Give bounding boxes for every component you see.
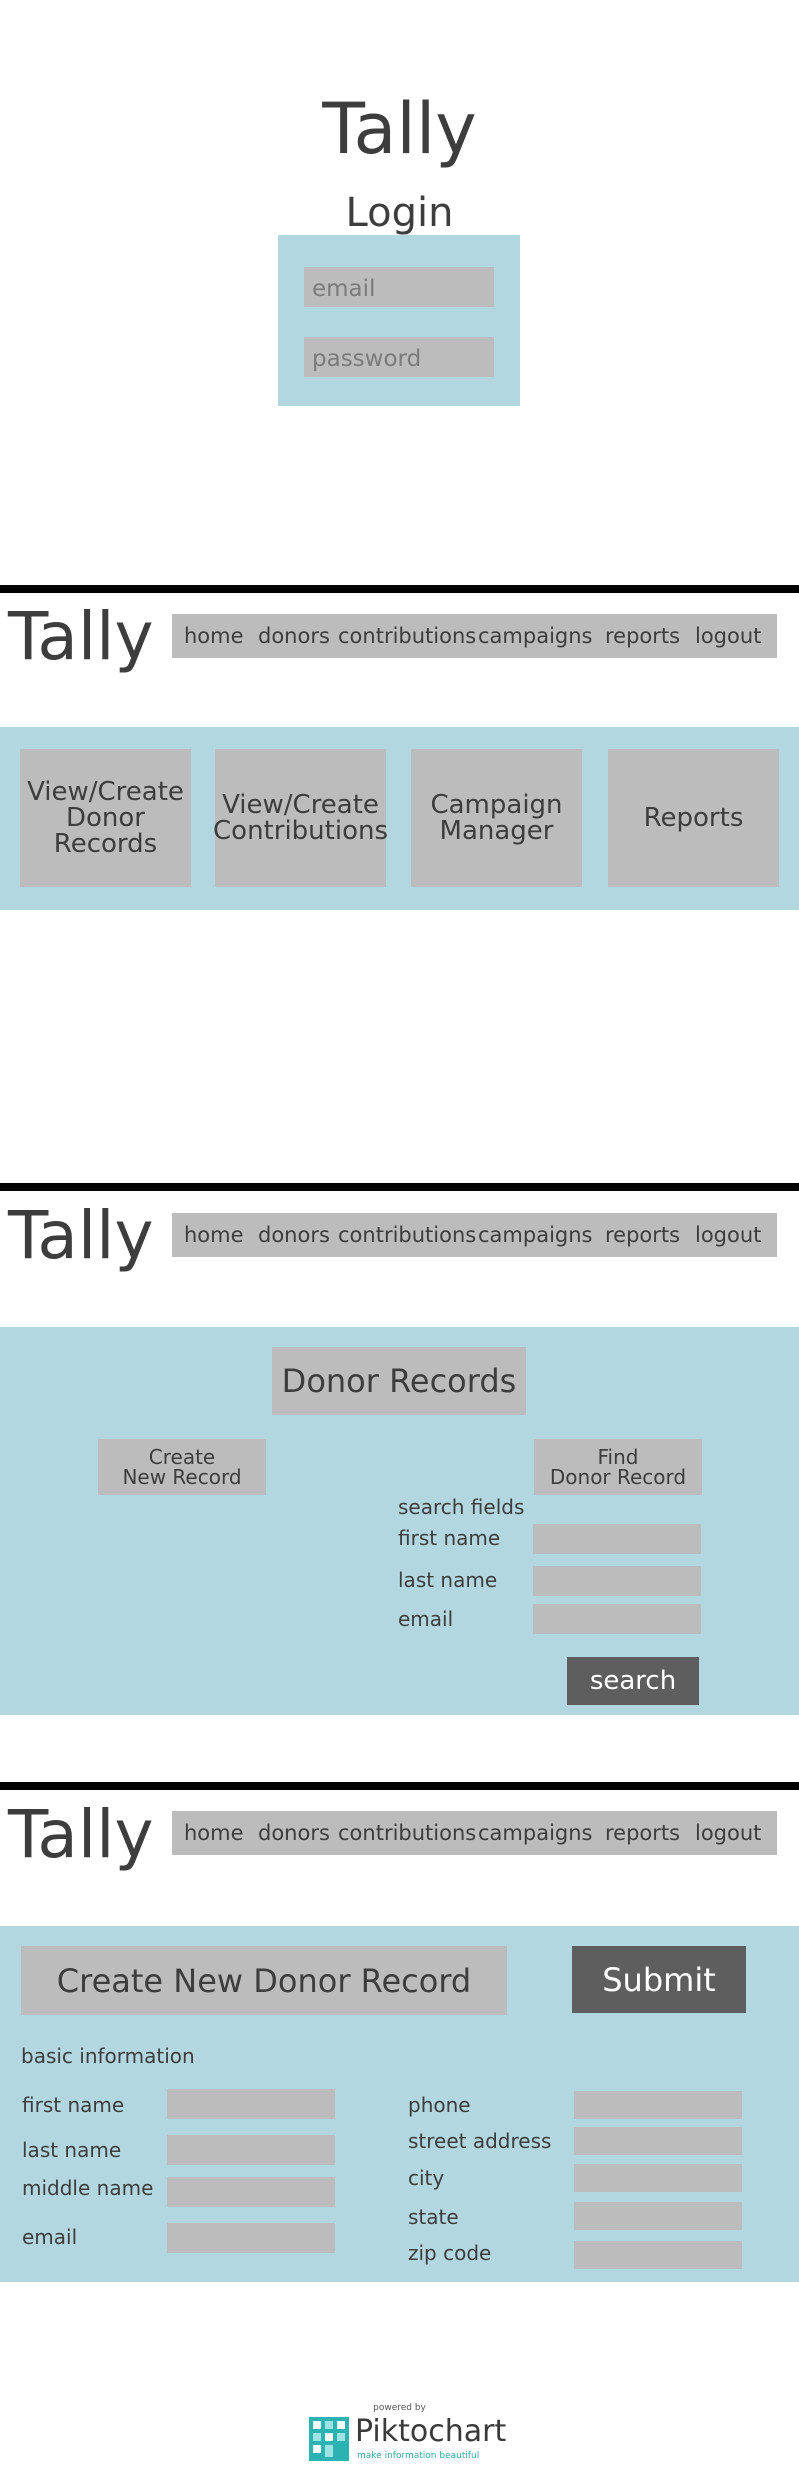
create-record-panel: Create New Donor Record Submit basic inf… — [0, 1926, 799, 2282]
login-app-title: Tally — [322, 88, 477, 170]
tile-donor-records-line1: View/Create — [27, 777, 184, 807]
last-name-label: last name — [22, 2138, 122, 2162]
nav-logout[interactable]: logout — [695, 1223, 761, 1247]
tile-reports[interactable]: Reports — [608, 749, 779, 887]
nav-home[interactable]: home — [184, 1223, 244, 1247]
password-input[interactable]: password — [304, 337, 494, 377]
email-placeholder: email — [312, 276, 376, 302]
create-record-heading-text: Create New Donor Record — [56, 1961, 472, 2000]
app-title: Tally — [8, 1796, 154, 1873]
first-name-label: first name — [398, 1526, 501, 1550]
nav-bar: home donors contributions campaigns repo… — [172, 1811, 777, 1855]
submit-button[interactable]: Submit — [572, 1946, 746, 2013]
tile-campaign-manager[interactable]: Campaign Manager — [411, 749, 582, 887]
search-first-name-input[interactable] — [533, 1524, 701, 1554]
search-button-label: search — [589, 1666, 677, 1696]
email-input[interactable] — [167, 2223, 335, 2253]
login-heading: Login — [345, 190, 454, 236]
tile-campaign-manager-line2: Manager — [439, 816, 554, 846]
nav-donors[interactable]: donors — [258, 1223, 330, 1247]
tile-contributions-line1: View/Create — [222, 790, 379, 820]
create-line2: New Record — [122, 1465, 242, 1489]
basic-information-label: basic information — [21, 2044, 195, 2068]
nav-home[interactable]: home — [184, 624, 244, 648]
zip-code-label: zip code — [408, 2241, 492, 2265]
search-button[interactable]: search — [567, 1657, 699, 1705]
nav-reports[interactable]: reports — [605, 1223, 680, 1247]
nav-logout[interactable]: logout — [695, 624, 761, 648]
powered-by-text: powered by — [373, 2403, 426, 2413]
submit-button-label: Submit — [602, 1960, 716, 1999]
city-input[interactable] — [574, 2164, 742, 2192]
tile-donor-records[interactable]: View/Create Donor Records — [20, 749, 191, 887]
piktochart-logo-icon — [309, 2417, 349, 2461]
create-record-heading: Create New Donor Record — [21, 1946, 507, 2015]
nav-bar: home donors contributions campaigns repo… — [172, 1213, 777, 1257]
nav-campaigns[interactable]: campaigns — [478, 1223, 593, 1247]
last-name-label: last name — [398, 1568, 498, 1592]
piktochart-tagline: make information beautiful — [357, 2451, 480, 2461]
email-input[interactable]: email — [304, 267, 494, 307]
piktochart-brand: Piktochart — [355, 2414, 507, 2449]
city-label: city — [408, 2166, 445, 2190]
create-line1: Create — [148, 1445, 216, 1469]
state-input[interactable] — [574, 2202, 742, 2230]
nav-campaigns[interactable]: campaigns — [478, 1821, 593, 1845]
middle-name-label: middle name — [22, 2176, 154, 2200]
search-fields-label: search fields — [398, 1495, 525, 1519]
nav-contributions[interactable]: contributions — [338, 1821, 476, 1845]
phone-input[interactable] — [574, 2091, 742, 2119]
password-placeholder: password — [312, 346, 422, 372]
search-last-name-input[interactable] — [533, 1566, 701, 1596]
search-email-input[interactable] — [533, 1604, 701, 1634]
email-label: email — [22, 2225, 78, 2249]
first-name-input[interactable] — [167, 2089, 335, 2119]
nav-campaigns[interactable]: campaigns — [478, 624, 593, 648]
dashboard-panel: View/Create Donor Records View/Create Co… — [0, 727, 799, 910]
login-panel: email password — [278, 235, 520, 406]
email-label: email — [398, 1607, 454, 1631]
section-divider — [0, 1782, 799, 1790]
nav-contributions[interactable]: contributions — [338, 1223, 476, 1247]
app-title: Tally — [8, 1197, 154, 1274]
nav-logout[interactable]: logout — [695, 1821, 761, 1845]
tile-contributions[interactable]: View/Create Contributions — [213, 749, 388, 887]
state-label: state — [408, 2205, 459, 2229]
nav-donors[interactable]: donors — [258, 624, 330, 648]
create-new-record-button[interactable]: Create New Record — [98, 1439, 266, 1495]
tile-donor-records-line2: Donor — [65, 803, 145, 833]
donor-records-heading-text: Donor Records — [281, 1362, 517, 1400]
section-divider — [0, 585, 799, 593]
find-donor-record-button[interactable]: Find Donor Record — [534, 1439, 702, 1495]
nav-reports[interactable]: reports — [605, 1821, 680, 1845]
find-line1: Find — [597, 1445, 639, 1469]
tile-donor-records-line3: Records — [53, 829, 158, 859]
street-address-label: street address — [408, 2129, 552, 2153]
phone-label: phone — [408, 2093, 471, 2117]
street-address-input[interactable] — [574, 2127, 742, 2155]
app-title: Tally — [8, 598, 154, 675]
middle-name-input[interactable] — [167, 2177, 335, 2207]
nav-contributions[interactable]: contributions — [338, 624, 476, 648]
donor-records-panel: Donor Records Create New Record Find Don… — [0, 1327, 799, 1715]
zip-code-input[interactable] — [574, 2241, 742, 2269]
find-line2: Donor Record — [549, 1465, 687, 1489]
tile-campaign-manager-line1: Campaign — [430, 790, 563, 820]
nav-donors[interactable]: donors — [258, 1821, 330, 1845]
nav-reports[interactable]: reports — [605, 624, 680, 648]
nav-home[interactable]: home — [184, 1821, 244, 1845]
first-name-label: first name — [22, 2093, 125, 2117]
tile-contributions-line2: Contributions — [213, 816, 388, 846]
donor-records-heading: Donor Records — [272, 1347, 526, 1415]
last-name-input[interactable] — [167, 2135, 335, 2165]
tile-reports-label: Reports — [643, 803, 744, 833]
section-divider — [0, 1183, 799, 1191]
nav-bar: home donors contributions campaigns repo… — [172, 614, 777, 658]
